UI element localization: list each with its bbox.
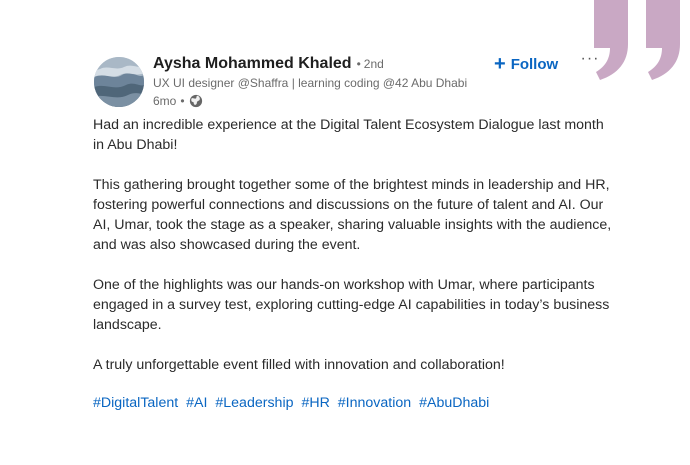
follow-label: Follow: [510, 55, 559, 73]
post-paragraph: One of the highlights was our hands-on w…: [93, 277, 610, 333]
separator-dot: •: [356, 57, 361, 71]
avatar[interactable]: [94, 57, 144, 107]
hashtag-link[interactable]: #HR: [301, 395, 329, 411]
author-name[interactable]: Aysha Mohammed Khaled: [153, 55, 352, 73]
post-meta: 6mo •: [153, 93, 483, 109]
post-card: Aysha Mohammed Khaled • 2nd UX UI design…: [0, 0, 690, 465]
author-info: Aysha Mohammed Khaled • 2nd UX UI design…: [153, 55, 483, 109]
author-headline: UX UI designer @Shaffra | learning codin…: [153, 76, 468, 90]
post: Aysha Mohammed Khaled • 2nd UX UI design…: [0, 0, 690, 465]
separator-dot: •: [180, 94, 185, 108]
follow-button[interactable]: + Follow: [492, 52, 560, 76]
hashtag-link[interactable]: #Leadership: [215, 395, 293, 411]
post-time: 6mo: [153, 94, 177, 108]
hashtag-link[interactable]: #AbuDhabi: [419, 395, 489, 411]
connection-degree: 2nd: [363, 57, 384, 71]
hashtag-list: #DigitalTalent #AI #Leadership #HR #Inno…: [93, 393, 493, 413]
post-paragraph: This gathering brought together some of …: [93, 177, 612, 253]
plus-icon: +: [494, 53, 506, 75]
avatar-photo-icon: [94, 57, 144, 107]
author-name-line: Aysha Mohammed Khaled • 2nd: [153, 55, 483, 75]
more-options-button[interactable]: ···: [580, 51, 600, 72]
post-paragraph: Had an incredible experience at the Digi…: [93, 117, 604, 153]
post-paragraph: A truly unforgettable event filled with …: [93, 357, 505, 373]
post-body: Had an incredible experience at the Digi…: [93, 115, 613, 395]
hashtag-link[interactable]: #Innovation: [338, 395, 411, 411]
hashtag-link[interactable]: #DigitalTalent: [93, 395, 178, 411]
globe-icon: [189, 94, 202, 108]
hashtag-link[interactable]: #AI: [186, 395, 207, 411]
